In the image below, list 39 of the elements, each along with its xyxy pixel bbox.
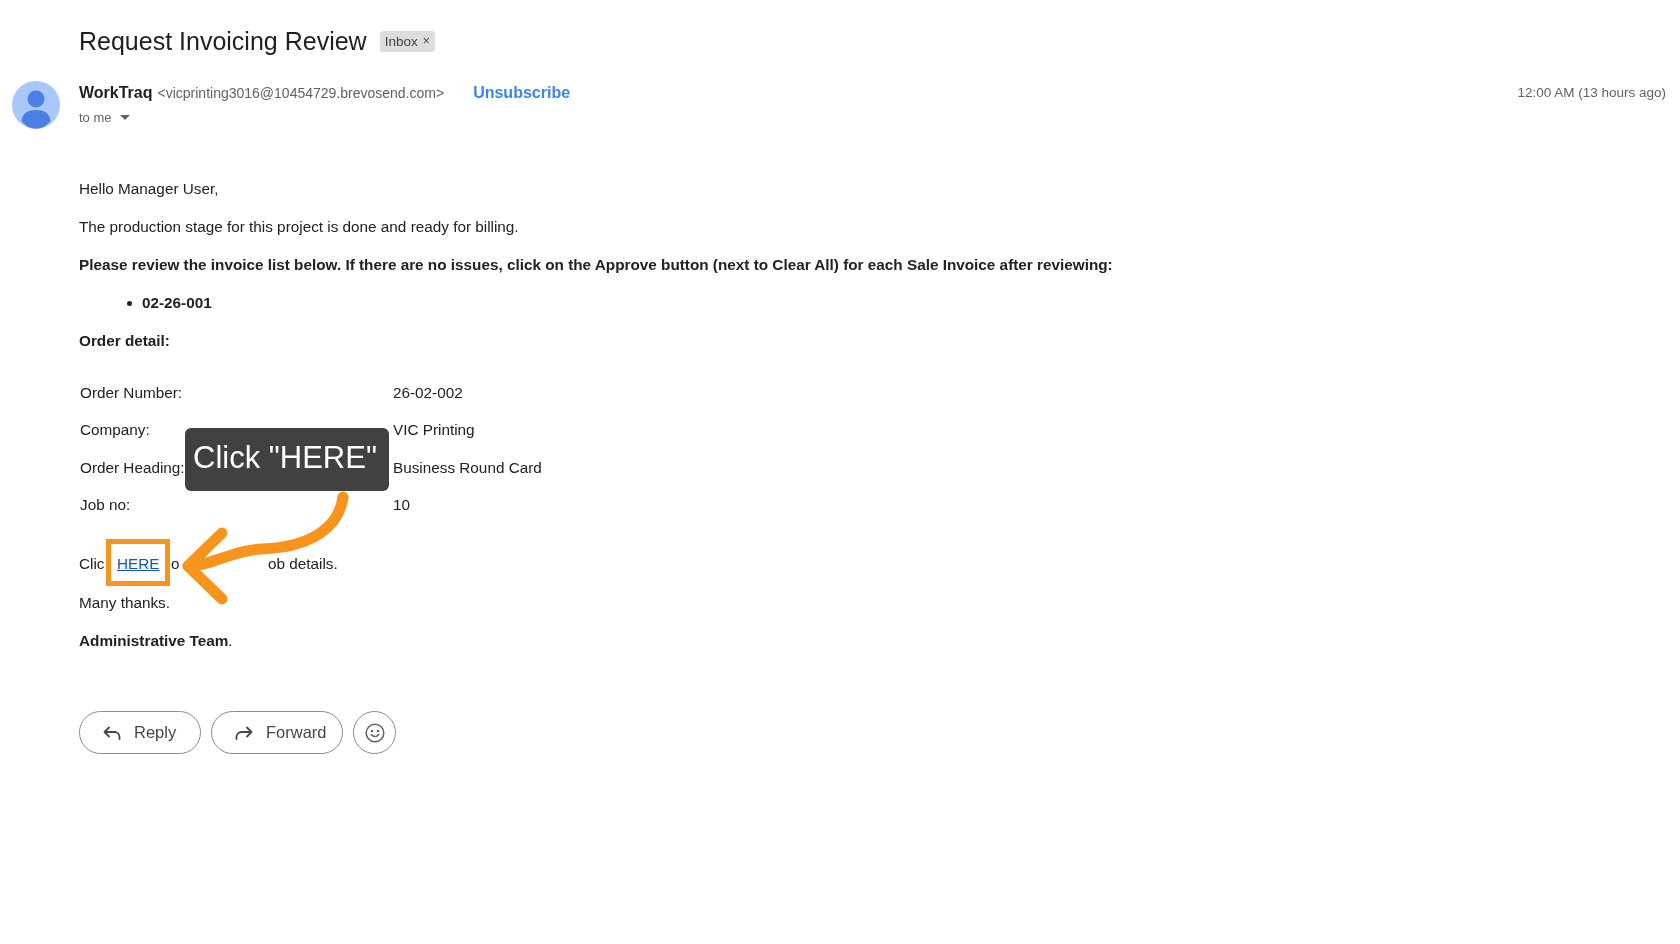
forward-button[interactable]: Forward [211, 711, 343, 754]
callout-label: Click "HERE" [185, 428, 389, 491]
sentence-fragment: ob details. [268, 555, 338, 573]
emoji-reaction-button[interactable] [353, 711, 396, 754]
greeting-text: Hello Manager User, [79, 180, 220, 198]
curved-arrow-icon [182, 491, 349, 605]
detail-value: 10 [393, 496, 410, 515]
label-name: Inbox [384, 33, 418, 49]
detail-label: Order Number: [80, 383, 182, 402]
detail-value: Business Round Card [393, 458, 542, 477]
closing-text: Many thanks. [79, 594, 171, 612]
reply-button[interactable]: Reply [79, 711, 201, 754]
reply-icon [103, 725, 121, 740]
invoice-number: 02-26-001 [142, 294, 212, 312]
detail-label: Company: [80, 421, 150, 440]
section-heading: Order detail: [79, 332, 171, 350]
instruction-text: Please review the invoice list below. If there are no issues, click on the Approve button (next to Clear All) for each Sale Invoice after reviewing: [79, 256, 1114, 274]
bullet-icon [127, 300, 132, 306]
forward-icon [235, 725, 253, 740]
detail-value: VIC Printing [393, 421, 475, 440]
here-link[interactable]: HERE [117, 555, 160, 573]
avatar-icon [12, 81, 60, 129]
sender-email: <vicprinting3016@10454729.brevosend.com> [157, 84, 445, 103]
recipient-label: to me [79, 109, 112, 125]
highlight-frame [106, 539, 170, 586]
detail-value: 26-02-002 [393, 383, 463, 402]
email-subject: Request Invoicing Review [79, 26, 367, 56]
remove-label-button[interactable]: × [417, 34, 430, 48]
sentence-fragment: o [171, 555, 180, 573]
detail-label: Order Heading: [80, 458, 185, 477]
body-text: The production stage for this project is done and ready for billing. [79, 218, 520, 236]
caret-icon[interactable] [119, 114, 130, 120]
unsubscribe-link[interactable]: Unsubscribe [473, 83, 571, 103]
received-time: 12:00 AM (13 hours ago) [1517, 84, 1666, 102]
detail-label: Job no: [80, 496, 131, 515]
sender-name: WorkTraq [79, 83, 153, 103]
signature-text: Administrative Team. [79, 632, 234, 650]
smiley-icon [364, 722, 385, 743]
sentence-fragment: Clic [79, 555, 105, 573]
